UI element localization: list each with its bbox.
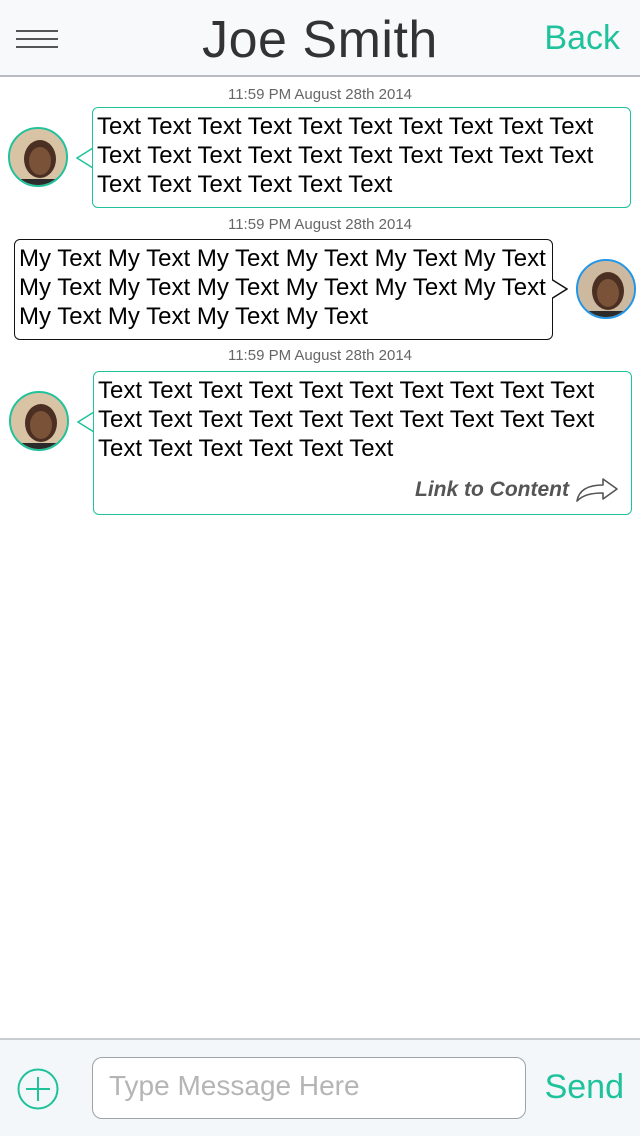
share-arrow-icon[interactable]: [575, 477, 619, 503]
link-label[interactable]: Link to Content: [415, 475, 569, 504]
message-input[interactable]: Type Message Here: [92, 1057, 526, 1119]
contact-avatar[interactable]: [9, 391, 69, 451]
message-timestamp: 11:59 PM August 28th 2014: [227, 347, 413, 364]
incoming-message-bubble: Text Text Text Text Text Text Text Text …: [92, 107, 631, 208]
message-text: Text Text Text Text Text Text Text Text …: [97, 113, 594, 198]
header-bar: Joe Smith Back: [0, 0, 640, 77]
outgoing-message-bubble: My Text My Text My Text My Text My Text …: [14, 239, 553, 340]
message-text: My Text My Text My Text My Text My Text …: [19, 245, 546, 330]
contact-avatar[interactable]: [8, 127, 68, 187]
bubble-tail: [552, 279, 568, 299]
back-button[interactable]: Back: [544, 19, 620, 58]
message-timestamp: 11:59 PM August 28th 2014: [227, 86, 413, 103]
message-composer: Type Message Here Send: [0, 1038, 640, 1136]
message-text: Text Text Text Text Text Text Text Text …: [98, 377, 595, 462]
send-button[interactable]: Send: [545, 1068, 624, 1107]
bubble-tail: [76, 148, 92, 168]
bubble-tail: [77, 412, 93, 432]
message-timestamp: 11:59 PM August 28th 2014: [227, 216, 413, 233]
link-to-content[interactable]: Link to Content: [415, 475, 619, 504]
incoming-message-bubble: Text Text Text Text Text Text Text Text …: [93, 371, 632, 515]
user-avatar[interactable]: [576, 259, 636, 319]
add-attachment-icon[interactable]: [17, 1068, 59, 1110]
